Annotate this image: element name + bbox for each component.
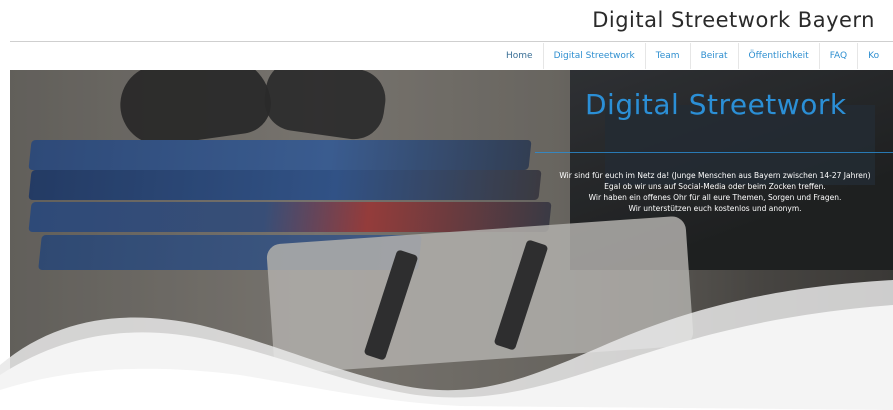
nav-item-oeffentlichkeit[interactable]: Öffentlichkeit [737, 43, 819, 69]
hero-text-line: Egal ob wir uns auf Social-Media oder be… [604, 182, 826, 191]
hero-intro-text: Wir sind für euch im Netz da! (Junge Men… [535, 170, 893, 214]
hero-text-line: Wir unterstützen euch kostenlos und anon… [628, 204, 802, 213]
hero-wave-divider [0, 280, 893, 410]
nav-item-team[interactable]: Team [644, 43, 690, 69]
main-navigation: Home Digital Streetwork Team Beirat Öffe… [495, 43, 889, 69]
nav-item-digital-streetwork[interactable]: Digital Streetwork [542, 43, 645, 69]
nav-item-faq[interactable]: FAQ [818, 43, 857, 69]
site-title[interactable]: Digital Streetwork Bayern [592, 8, 875, 32]
nav-item-beirat[interactable]: Beirat [689, 43, 738, 69]
header-divider [10, 41, 893, 42]
hero-text-line: Wir haben ein offenes Ohr für all eure T… [588, 193, 842, 202]
hero-text-line: Wir sind für euch im Netz da! (Junge Men… [559, 171, 871, 180]
header: Digital Streetwork Bayern Home Digital S… [0, 0, 893, 70]
hero-divider [535, 152, 893, 153]
hero-title: Digital Streetwork [585, 88, 847, 121]
nav-item-home[interactable]: Home [495, 43, 543, 69]
nav-item-kontakt[interactable]: Ko [857, 43, 889, 69]
